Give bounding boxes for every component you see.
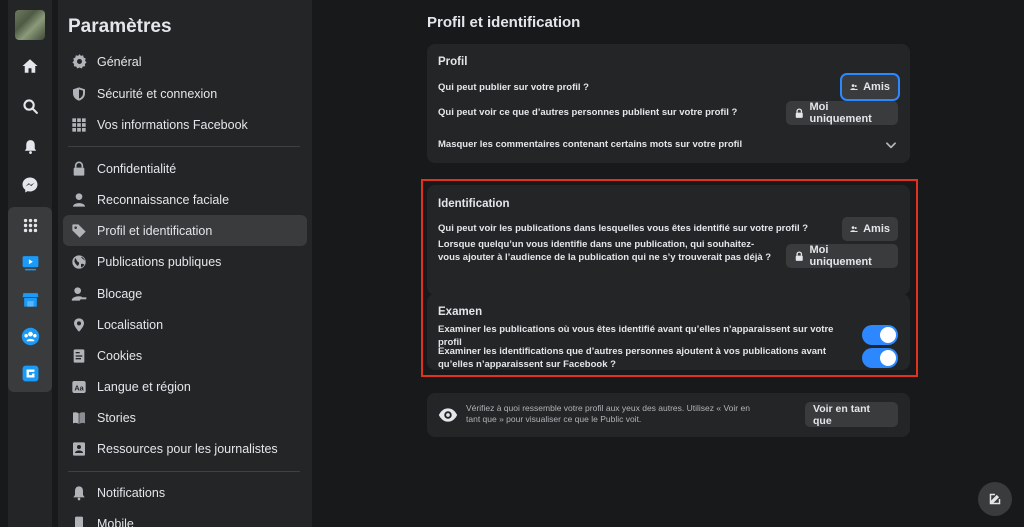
sidebar-item-label: Général <box>97 54 142 69</box>
groups-icon[interactable] <box>18 324 42 348</box>
grid-icon <box>69 115 89 135</box>
sidebar-item-label: Cookies <box>97 348 143 363</box>
view-as-card: Vérifiez à quoi ressemble votre profil a… <box>427 393 910 437</box>
watch-icon[interactable] <box>18 250 42 274</box>
who-can-see-others-posts-button[interactable]: Moi uniquement <box>786 101 898 125</box>
tag-icon <box>69 221 89 241</box>
sidebar-item-face-recognition[interactable]: Reconnaissance faciale <box>63 184 307 215</box>
sidebar-item-cookies[interactable]: Cookies <box>63 340 307 371</box>
sidebar-title: Paramètres <box>68 16 172 37</box>
button-label: Moi uniquement <box>809 101 872 125</box>
home-icon[interactable] <box>18 54 42 78</box>
sidebar-item-label: Publications publiques <box>97 254 222 269</box>
sidebar-item-mobile[interactable]: Mobile <box>63 508 307 527</box>
messenger-icon[interactable] <box>18 173 42 197</box>
sidebar-item-label: Blocage <box>97 286 143 301</box>
new-message-button[interactable] <box>978 482 1012 516</box>
gear-icon <box>69 52 89 72</box>
eye-icon <box>438 405 458 425</box>
sidebar-item-label: Langue et région <box>97 379 191 394</box>
who-can-see-others-posts-label: Qui peut voir ce que d’autres personnes … <box>438 107 738 118</box>
sidebar-item-label: Notifications <box>97 485 166 500</box>
sidebar-item-public-posts[interactable]: Publications publiques <box>63 246 307 277</box>
sidebar-item-label: Vos informations Facebook <box>97 117 248 132</box>
who-can-post-label: Qui peut publier sur votre profil ? <box>438 82 589 93</box>
settings-sidebar: Paramètres Général Sécurité et connexion… <box>58 0 312 527</box>
gaming-icon[interactable] <box>18 361 42 385</box>
globe-icon <box>69 252 89 272</box>
shield-icon <box>69 84 89 104</box>
svg-text:Aa: Aa <box>74 383 84 392</box>
menu-grid-icon[interactable] <box>18 213 42 237</box>
sidebar-item-security[interactable]: Sécurité et connexion <box>63 78 307 109</box>
chevron-down-icon[interactable] <box>884 138 898 152</box>
sidebar-item-label: Reconnaissance faciale <box>97 192 230 207</box>
book-icon <box>69 408 89 428</box>
sidebar-item-journalists[interactable]: Ressources pour les journalistes <box>63 433 307 464</box>
search-icon[interactable] <box>18 94 42 118</box>
sidebar-divider <box>68 146 300 147</box>
sidebar-item-notifications[interactable]: Notifications <box>63 477 307 508</box>
mobile-icon <box>69 514 89 527</box>
profil-section-title: Profil <box>438 56 468 68</box>
lock-icon <box>795 107 803 118</box>
sidebar-item-facebook-info[interactable]: Vos informations Facebook <box>63 109 307 140</box>
sidebar-item-language[interactable]: Aa Langue et région <box>63 371 307 402</box>
hide-comments-label[interactable]: Masquer les commentaires contenant certa… <box>438 139 742 152</box>
compose-icon <box>989 493 1001 505</box>
highlight-box <box>421 179 918 377</box>
language-icon: Aa <box>69 377 89 397</box>
sidebar-item-privacy[interactable]: Confidentialité <box>63 153 307 184</box>
lock-icon <box>69 159 89 179</box>
sidebar-item-profile-tagging[interactable]: Profil et identification <box>63 215 307 246</box>
sidebar-item-stories[interactable]: Stories <box>63 402 307 433</box>
view-as-button[interactable]: Voir en tant que <box>805 402 898 427</box>
profil-card: Profil Qui peut publier sur votre profil… <box>427 44 910 163</box>
sidebar-item-label: Confidentialité <box>97 161 177 176</box>
sidebar-item-label: Sécurité et connexion <box>97 86 218 101</box>
cookie-icon <box>69 346 89 366</box>
page-title: Profil et identification <box>427 14 581 31</box>
sidebar-item-blocking[interactable]: Blocage <box>63 278 307 309</box>
sidebar-divider <box>68 471 300 472</box>
marketplace-icon[interactable] <box>18 287 42 311</box>
journalist-icon <box>69 439 89 459</box>
sidebar-item-label: Profil et identification <box>97 223 213 238</box>
sidebar-item-label: Localisation <box>97 317 164 332</box>
face-icon <box>69 190 89 210</box>
sidebar-item-general[interactable]: Général <box>63 46 307 77</box>
friends-icon <box>850 84 858 91</box>
bell-icon <box>69 483 89 503</box>
who-can-post-button[interactable]: Amis <box>842 75 898 99</box>
location-pin-icon <box>69 315 89 335</box>
sidebar-item-label: Mobile <box>97 516 134 527</box>
avatar[interactable] <box>15 10 45 40</box>
button-label: Amis <box>863 81 890 93</box>
sidebar-item-label: Stories <box>97 410 136 425</box>
block-user-icon <box>69 284 89 304</box>
view-as-description: Vérifiez à quoi ressemble votre profil a… <box>466 403 750 424</box>
left-rail <box>8 0 52 527</box>
app-window: Paramètres Général Sécurité et connexion… <box>0 0 1024 527</box>
sidebar-item-location[interactable]: Localisation <box>63 309 307 340</box>
bell-icon[interactable] <box>18 134 42 158</box>
sidebar-item-label: Ressources pour les journalistes <box>97 441 278 456</box>
